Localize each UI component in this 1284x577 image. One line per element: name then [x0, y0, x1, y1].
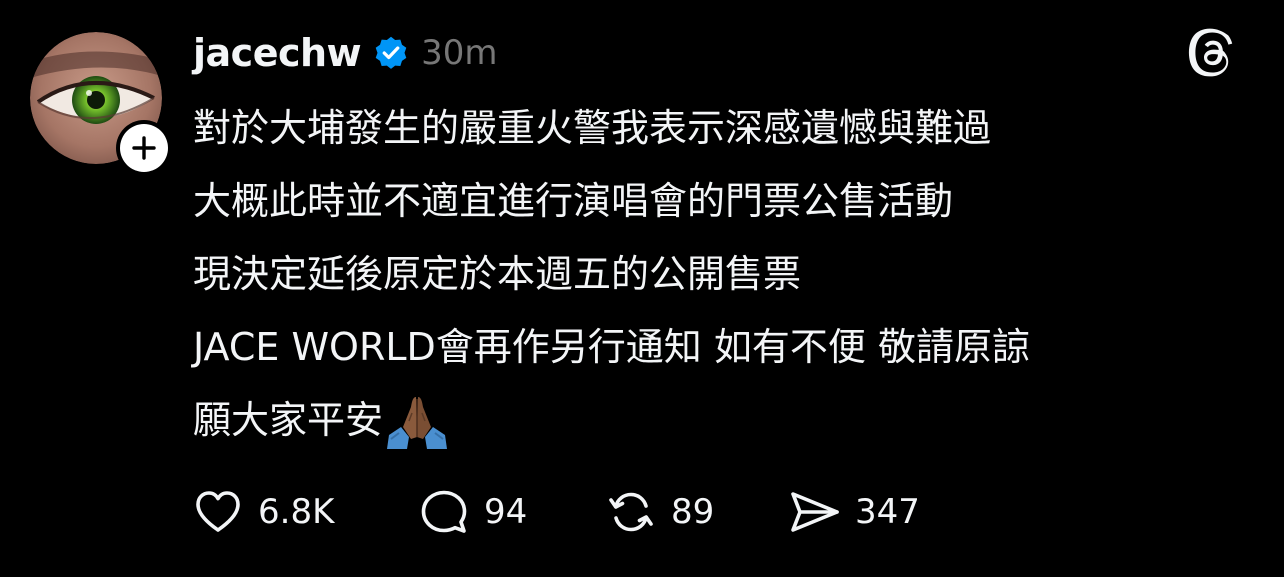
reply-button[interactable]: 94 [416, 484, 603, 540]
reply-count: 94 [484, 492, 528, 532]
plus-icon [132, 136, 156, 160]
post-body-line: JACE WORLD會再作另行通知 如有不便 敬請原諒 [193, 325, 1030, 369]
post-body-line: 大概此時並不適宜進行演唱會的門票公售活動 [193, 179, 954, 223]
share-icon [791, 492, 839, 532]
follow-button[interactable] [116, 120, 172, 176]
share-button[interactable]: 347 [787, 484, 920, 540]
verified-badge-icon [375, 36, 407, 69]
post-body-line: 對於大埔發生的嚴重火警我表示深感遺憾與難過 [193, 106, 992, 150]
comment-icon [421, 490, 467, 533]
follow-badge [120, 124, 168, 172]
post-blessing-line: 願大家平安 [193, 384, 449, 457]
thread-post: jacechw 30m 對於大埔發生的嚴重火警我表示深感遺憾與難過 大概此時並不… [0, 0, 1284, 577]
post-body: 對於大埔發生的嚴重火警我表示深感遺憾與難過 大概此時並不適宜進行演唱會的門票公售… [193, 92, 1253, 384]
repost-icon [609, 492, 653, 532]
repost-count: 89 [671, 492, 715, 532]
post-actions: 6.8K 94 89 347 [190, 484, 920, 540]
post-body-line: 現決定延後原定於本週五的公開售票 [193, 252, 802, 296]
post-blessing-text: 願大家平安 [193, 398, 384, 442]
heart-icon [196, 491, 240, 532]
like-count: 6.8K [258, 492, 335, 532]
repost-button[interactable]: 89 [603, 484, 787, 540]
username[interactable]: jacechw [193, 31, 362, 75]
post-header: jacechw 30m [193, 28, 498, 78]
share-count: 347 [855, 492, 920, 532]
post-timestamp: 30m [421, 33, 498, 73]
like-button[interactable]: 6.8K [190, 484, 416, 540]
folded-hands-icon [387, 396, 448, 449]
threads-logo-icon[interactable] [1188, 28, 1238, 78]
avatar-container [30, 32, 172, 176]
